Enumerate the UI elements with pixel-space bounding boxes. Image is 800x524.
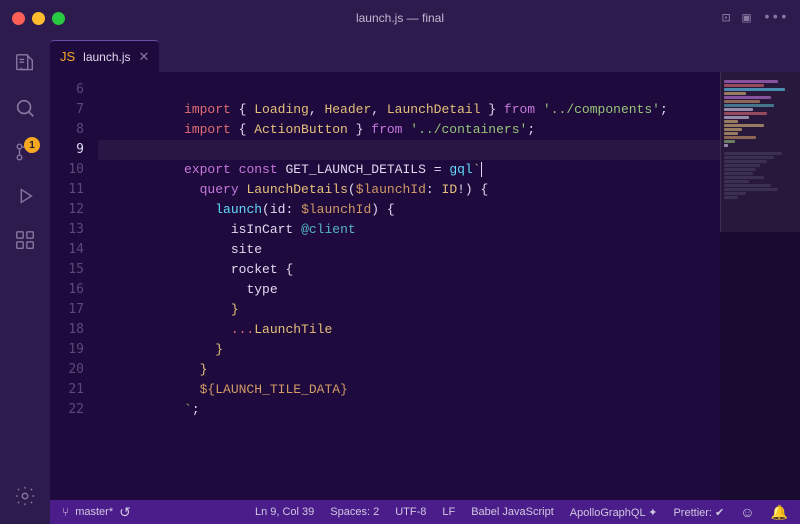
cursor-position[interactable]: Ln 9, Col 39 [255,506,314,518]
main-container: 1 JS launch.js [0,36,800,524]
menu-icon[interactable]: ••• [763,10,788,26]
git-badge: 1 [24,137,40,153]
line-num-14: 14 [50,240,98,260]
line-num-18: 18 [50,320,98,340]
window-controls [12,12,65,25]
branch-info[interactable]: ⑂ master* ↺ [62,504,131,521]
line-ending-info[interactable]: LF [442,506,455,518]
camera-icon[interactable]: ⊡ [722,10,730,27]
line-num-20: 20 [50,360,98,380]
activity-bar: 1 [0,36,50,524]
tab-launch-js[interactable]: JS launch.js ✕ [50,40,159,72]
settings-icon[interactable] [5,476,45,516]
line-num-8: 8 [50,120,98,140]
sidebar-item-extensions[interactable] [5,220,45,260]
sidebar-item-search[interactable] [5,88,45,128]
status-bar: ⑂ master* ↺ Ln 9, Col 39 Spaces: 2 UTF-8… [50,500,800,524]
tab-close-button[interactable]: ✕ [139,49,150,65]
line-num-13: 13 [50,220,98,240]
sidebar-item-debug[interactable] [5,176,45,216]
prettier-info[interactable]: Prettier: ✔ [673,506,724,519]
line-num-19: 19 [50,340,98,360]
minimap [720,72,800,500]
bell-icon[interactable]: 🔔 [771,504,788,521]
line-num-9: 9 [50,140,98,160]
js-file-icon: JS [60,49,75,64]
encoding-info[interactable]: UTF-8 [395,506,426,518]
window-title: launch.js — final [356,11,444,25]
code-editor[interactable]: 6 7 8 9 10 11 12 13 14 15 16 17 18 19 20… [50,72,800,500]
line-num-10: 10 [50,160,98,180]
layout-icon[interactable]: ▣ [742,10,750,27]
line-num-7: 7 [50,100,98,120]
sidebar-item-files[interactable] [5,44,45,84]
line-num-21: 21 [50,380,98,400]
line-num-17: 17 [50,300,98,320]
close-button[interactable] [12,12,25,25]
branch-name: master* [75,506,113,518]
minimize-button[interactable] [32,12,45,25]
code-line-9: export const GET_LAUNCH_DETAILS = gql` [98,140,720,160]
code-content[interactable]: import { Loading, Header, LaunchDetail }… [98,72,720,500]
sync-icon[interactable]: ↺ [119,504,131,521]
sidebar-item-git[interactable]: 1 [5,132,45,172]
indent-info[interactable]: Spaces: 2 [330,506,379,518]
line-num-15: 15 [50,260,98,280]
line-num-11: 11 [50,180,98,200]
line-num-16: 16 [50,280,98,300]
smiley-icon[interactable]: ☺ [740,504,754,520]
tab-bar: JS launch.js ✕ [50,36,800,72]
line-num-12: 12 [50,200,98,220]
editor-area: JS launch.js ✕ 6 7 8 9 10 11 12 13 14 15… [50,36,800,524]
title-right-icons: ⊡ ▣ ••• [722,10,788,27]
line-num-22: 22 [50,400,98,420]
code-line-6: import { Loading, Header, LaunchDetail }… [98,80,720,100]
graphql-info[interactable]: ApolloGraphQL ✦ [570,506,658,519]
title-bar: launch.js — final ⊡ ▣ ••• [0,0,800,36]
tab-label: launch.js [83,50,130,64]
language-info[interactable]: Babel JavaScript [471,506,554,518]
git-branch-icon: ⑂ [62,505,69,519]
maximize-button[interactable] [52,12,65,25]
line-num-6: 6 [50,80,98,100]
line-numbers: 6 7 8 9 10 11 12 13 14 15 16 17 18 19 20… [50,72,98,500]
